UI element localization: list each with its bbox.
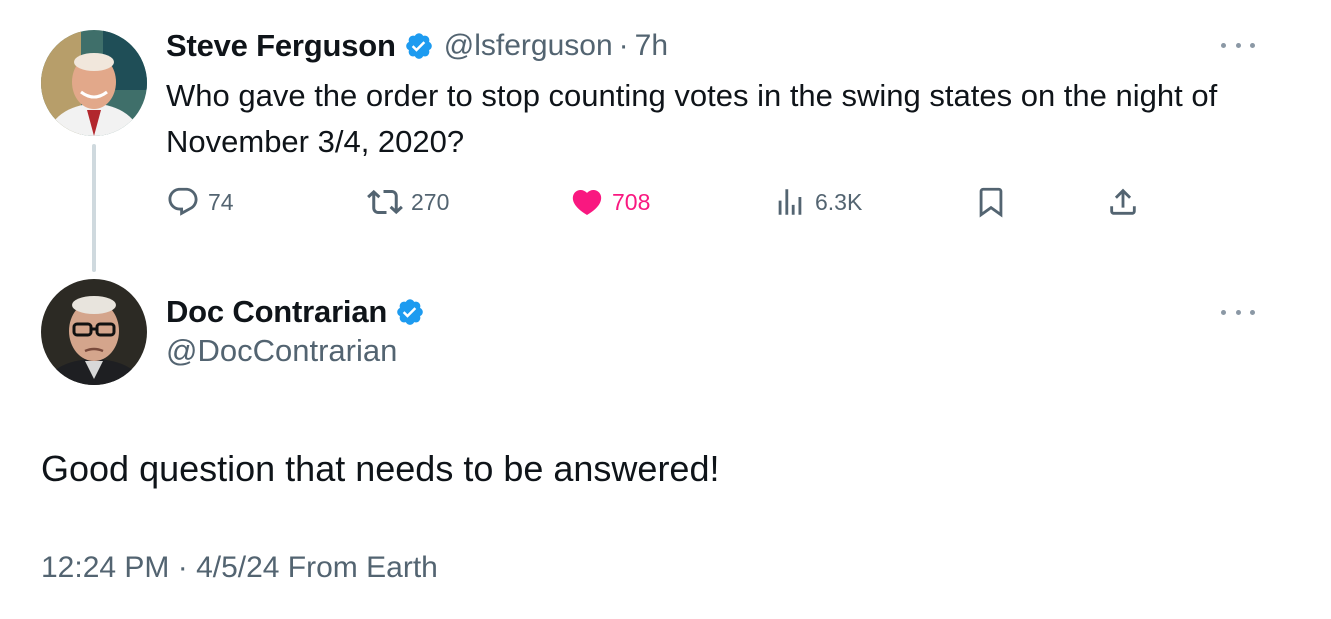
original-tweet-text: Who gave the order to stop counting vote… [166, 78, 1218, 159]
bookmark-button[interactable] [974, 185, 1008, 219]
reply-icon [168, 187, 198, 216]
reply-tweet-header: Doc Contrarian [166, 290, 425, 334]
tweet-action-bar: 74 270 708 6.3K [0, 185, 1331, 219]
bookmark-icon [979, 187, 1003, 218]
retweet-icon [367, 189, 403, 215]
more-options-icon[interactable] [1221, 39, 1255, 51]
author-name[interactable]: Doc Contrarian [166, 294, 387, 330]
heart-icon [572, 189, 602, 215]
reply-button[interactable]: 74 [166, 185, 234, 219]
views-count: 6.3K [815, 188, 863, 215]
views-button[interactable]: 6.3K [773, 185, 862, 219]
avatar-steve-ferguson[interactable] [41, 30, 147, 136]
retweet-count: 270 [411, 188, 450, 215]
avatar-photo-icon [41, 30, 147, 136]
tweet-timestamp[interactable]: 12:24 PM · 4/5/24 From Earth [41, 551, 438, 585]
avatar-photo-icon [41, 279, 147, 385]
author-handle[interactable]: @DocContrarian [166, 333, 397, 369]
separator-dot: · [618, 29, 629, 62]
like-count: 708 [612, 188, 651, 215]
retweet-button[interactable]: 270 [367, 185, 449, 219]
like-button[interactable]: 708 [570, 185, 650, 219]
verified-badge-icon[interactable] [395, 297, 425, 327]
author-handle[interactable]: @lsferguson [444, 29, 613, 63]
avatar-doc-contrarian[interactable] [41, 279, 147, 385]
share-button[interactable] [1106, 185, 1140, 219]
analytics-icon [778, 189, 802, 215]
author-name[interactable]: Steve Ferguson [166, 28, 396, 64]
original-tweet-header: Steve Ferguson @lsferguson · 7h [166, 24, 668, 68]
more-options-icon[interactable] [1221, 306, 1255, 318]
share-icon [1110, 188, 1136, 215]
verified-badge-icon[interactable] [404, 31, 434, 61]
reply-count: 74 [208, 188, 234, 215]
time-ago[interactable]: 7h [635, 29, 668, 63]
reply-tweet-text: Good question that needs to be answered! [41, 448, 720, 489]
